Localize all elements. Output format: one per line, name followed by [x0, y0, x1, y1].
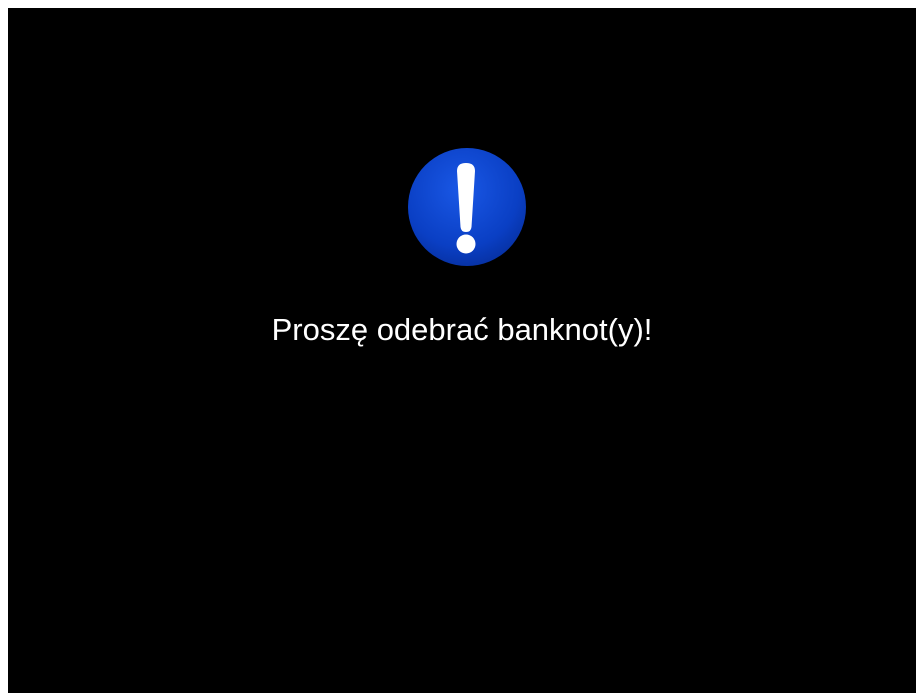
exclamation-alert-icon: [407, 147, 527, 267]
take-banknotes-message: Proszę odebrać banknot(y)!: [271, 312, 653, 347]
screenshot-frame: Proszę odebrać banknot(y)!: [0, 0, 916, 693]
atm-screen: Proszę odebrać banknot(y)!: [8, 8, 916, 693]
